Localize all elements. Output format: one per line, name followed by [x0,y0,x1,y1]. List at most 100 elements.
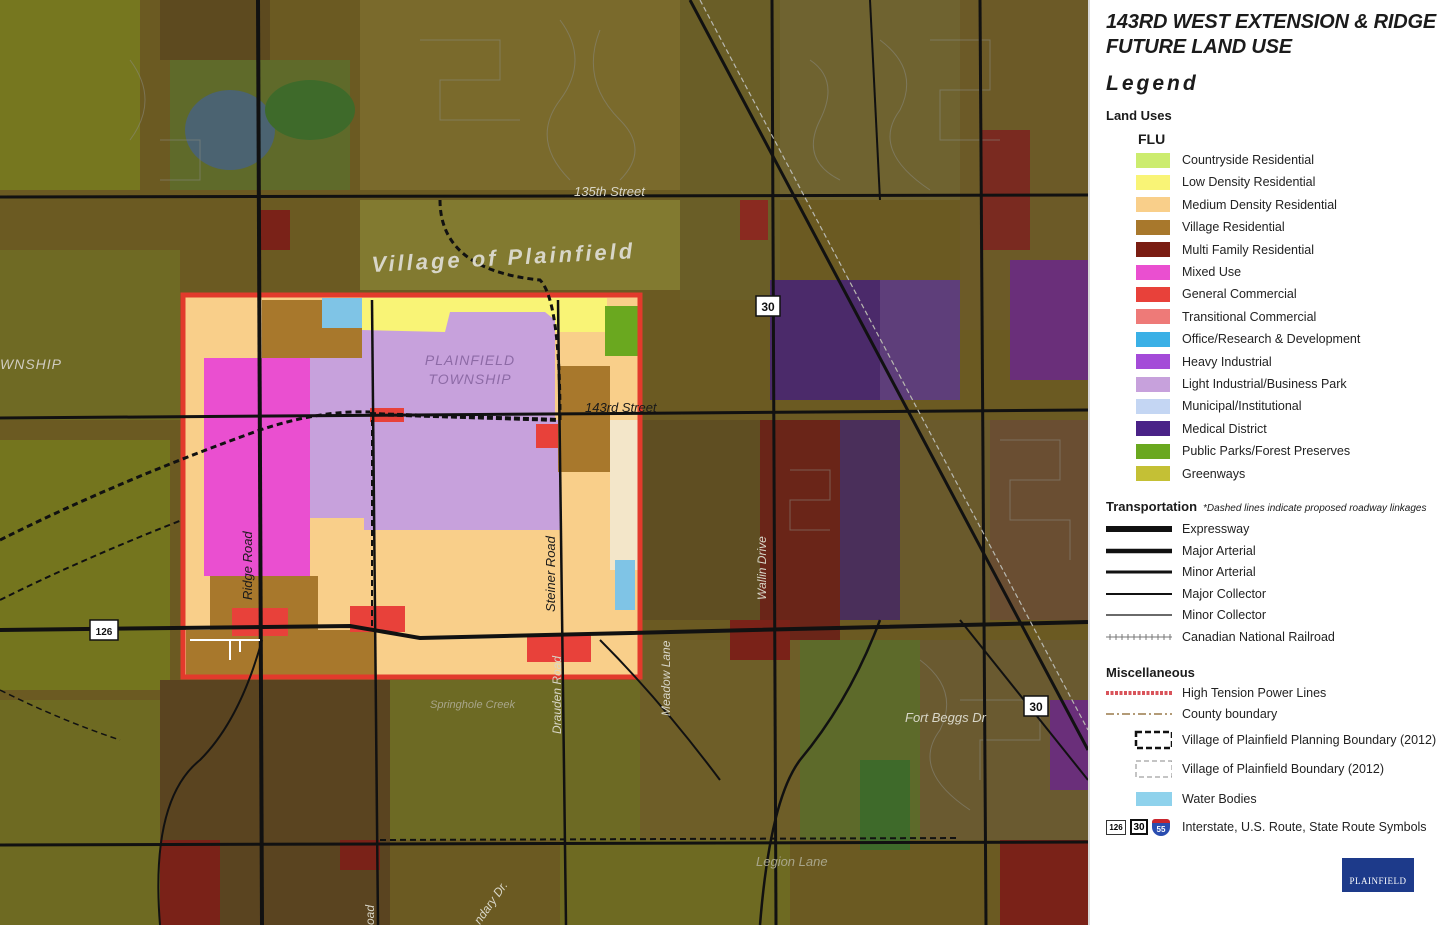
route-shield-30-east: 30 [1023,695,1049,717]
interstate-shield-icon: 55 [1152,818,1170,836]
major-arterial-symbol-icon [1106,544,1172,558]
legend-item-mixed-use: Mixed Use [1136,262,1241,282]
map-title-line2: FUTURE LAND USE [1106,36,1292,58]
transportation-heading-text: Transportation [1106,499,1198,514]
legend-label: Low Density Residential [1182,175,1316,190]
map-title: 143RD WEST EXTENSION & RIDGE FUTURE LAND… [1106,10,1436,60]
left-township-label: WNSHIP [0,356,62,372]
road-label-legion: Legion Lane [756,854,828,869]
legend-item-expressway: Expressway [1106,519,1249,539]
legend-label: Light Industrial/Business Park [1182,377,1347,391]
road-label-ridge: Ridge Road [240,531,255,600]
legend-swatch [1136,443,1170,459]
legend-swatch [1136,354,1170,370]
legend-label: High Tension Power Lines [1182,686,1327,700]
legend-item-minor-collector: Minor Collector [1106,605,1266,625]
transportation-heading: Transportation *Dashed lines indicate pro… [1106,499,1427,514]
road-label-135th: 135th Street [574,184,646,199]
township-label-line2: TOWNSHIP [428,371,511,387]
plainfield-logo: PLAINFIELD [1342,858,1414,892]
legend-label: Major Arterial [1182,543,1256,558]
legend-label: Minor Arterial [1182,565,1256,580]
legend-label: Transitional Commercial [1182,309,1317,324]
legend-label: Medium Density Residential [1182,197,1337,212]
springhole-creek-label: Springhole Creek [430,699,515,711]
route-shield-30-north: 30 [755,295,781,317]
legend-heading: Legend [1106,72,1199,95]
road-label-wallin: Wallin Drive [755,536,769,600]
legend-swatch [1136,152,1170,168]
road-label-143rd: 143rd Street [585,400,658,415]
legend-item-transitional-commercial: Transitional Commercial [1136,307,1316,327]
legend-item-medical-district: Medical District [1136,419,1267,439]
legend-item-major-arterial: Major Arterial [1106,541,1256,561]
flu-heading: FLU [1138,131,1166,147]
legend-label: Office/Research & Development [1182,332,1361,347]
map-title-line1: 143RD WEST EXTENSION & RIDGE [1106,11,1437,33]
legend-item-canadian-national-railroad: Canadian National Railroad [1106,627,1335,647]
railroad-symbol-icon [1106,630,1172,644]
major-collector-symbol-icon [1106,587,1172,601]
legend-item-minor-arterial: Minor Arterial [1106,562,1256,582]
legend-label: Countryside Residential [1182,153,1315,167]
shield-30-north-label: 30 [761,300,775,314]
legend-item-office-research-development: Office/Research & Development [1136,329,1360,349]
legend-label: Village of Plainfield Planning Boundary … [1182,733,1437,747]
planning-boundary-symbol-icon [1106,730,1172,750]
legend-label: Minor Collector [1182,608,1267,623]
legend-label: Multi Family Residential [1182,242,1314,257]
land-use-map[interactable]: 126 30 30 Village of Plainfield PLAINFIE… [0,0,1088,925]
legend-item-village-of-plainfield-boundary-2012-: Village of Plainfield Boundary (2012) [1106,759,1384,779]
expressway-symbol-icon [1106,522,1172,536]
map-canvas[interactable]: 126 30 30 Village of Plainfield PLAINFIE… [0,0,1088,925]
legend-label: Public Parks/Forest Preserves [1182,444,1351,459]
legend-label: Greenways [1182,466,1246,481]
legend-item-greenways: Greenways [1136,464,1245,484]
legend-swatch [1136,398,1170,414]
legend-label: County boundary [1182,707,1278,721]
legend-item-multi-family-residential: Multi Family Residential [1136,240,1314,260]
route-shields-symbol-icon: 126 30 55 [1106,818,1172,836]
power-lines-symbol-icon [1106,686,1172,700]
legend-label: Interstate, U.S. Route, State Route Symb… [1182,820,1427,834]
legend-label: Medical District [1182,421,1267,436]
road-label-bottom: oad [363,905,377,925]
legend-swatch [1136,466,1170,482]
transportation-note: *Dashed lines indicate proposed roadway … [1203,503,1427,514]
legend-item-general-commercial: General Commercial [1136,284,1297,304]
legend-label: Village Residential [1182,220,1285,235]
study-area [180,292,643,680]
legend-item-heavy-industrial: Heavy Industrial [1136,352,1272,372]
legend-item-major-collector: Major Collector [1106,584,1266,604]
legend-item-high-tension-power-lines: High Tension Power Lines [1106,683,1326,703]
legend-item-village-residential: Village Residential [1136,217,1285,237]
legend-item-public-parks-forest-preserves: Public Parks/Forest Preserves [1136,441,1350,461]
legend-item-light-industrial-business-park: Light Industrial/Business Park [1136,374,1347,394]
legend-label: Canadian National Railroad [1182,630,1335,644]
road-label-steiner: Steiner Road [543,535,558,612]
legend-item-water-bodies: Water Bodies [1106,789,1257,809]
route-shield-126: 126 [89,619,119,641]
water-symbol-icon [1106,792,1172,806]
legend-swatch [1136,174,1170,190]
legend-label: Expressway [1182,522,1250,536]
shield-30-east-label: 30 [1029,700,1043,714]
minor-arterial-symbol-icon [1106,565,1172,579]
us-route-shield-icon: 30 [1130,819,1148,835]
legend-item-village-of-plainfield-planning-boundary-2012-: Village of Plainfield Planning Boundary … [1106,730,1436,750]
legend-swatch [1136,264,1170,280]
road-label-meadow: Meadow Lane [659,640,673,716]
legend-swatch [1136,376,1170,392]
legend-item-interstate-u-s-route-state-route-symbols: 126 30 55 Interstate, U.S. Route, State Rou… [1106,817,1427,837]
shield-126-label: 126 [96,627,113,638]
map-legend-panel: 143RD WEST EXTENSION & RIDGE FUTURE LAND… [1088,0,1440,925]
legend-item-low-density-residential: Low Density Residential [1136,172,1315,192]
legend-swatch [1136,219,1170,235]
legend-label: Municipal/Institutional [1182,399,1302,414]
legend-swatch [1136,286,1170,302]
road-label-drauden: Drauden Road [550,656,564,734]
legend-label: Mixed Use [1182,265,1242,279]
legend-label: General Commercial [1182,287,1297,302]
legend-item-medium-density-residential: Medium Density Residential [1136,195,1337,215]
road-label-fort-beggs: Fort Beggs Dr [905,710,987,725]
